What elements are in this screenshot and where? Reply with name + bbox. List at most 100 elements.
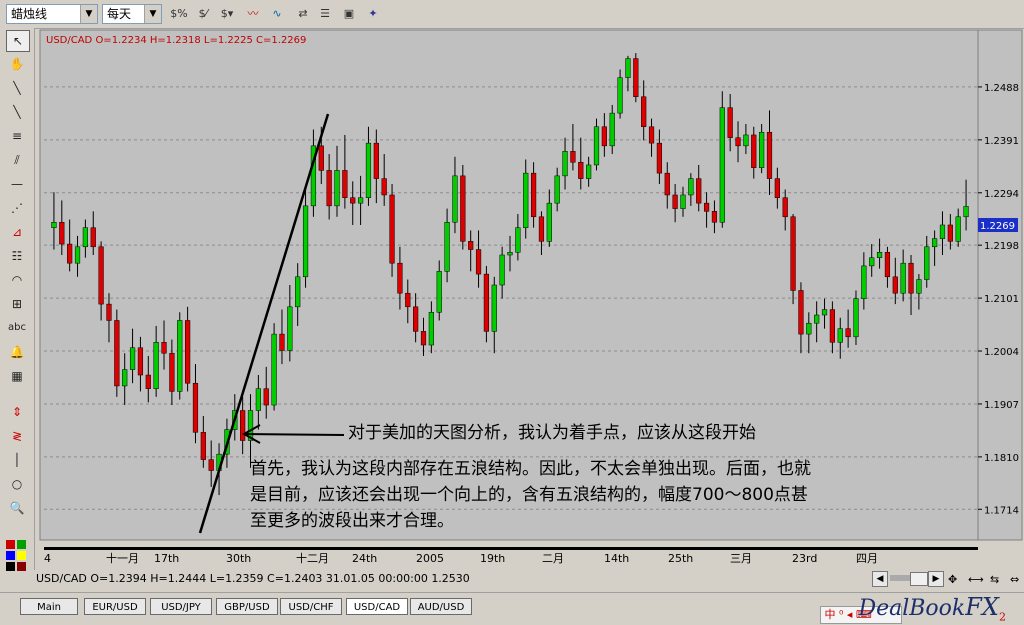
expand-icon[interactable]: ⇔ <box>1010 571 1019 589</box>
zoom-icon[interactable]: 🔍 <box>6 498 28 518</box>
candle-body <box>263 388 269 406</box>
candle-body <box>98 246 104 305</box>
candle-body <box>271 333 277 406</box>
candle-body <box>743 134 749 147</box>
gann-fan-icon[interactable]: ⋰ <box>6 198 28 218</box>
channel-icon[interactable]: ≡ <box>6 126 28 146</box>
dollar-bars-icon[interactable]: $▾ <box>218 5 236 23</box>
tab-aud-usd[interactable]: AUD/USD <box>410 598 472 615</box>
arc-icon[interactable]: ◠ <box>6 270 28 290</box>
tab-usd-cad[interactable]: USD/CAD <box>346 598 408 615</box>
candle-body <box>766 131 773 179</box>
x-tick-label: 四月 <box>856 552 878 565</box>
line-indicator-icon[interactable]: 〰 <box>244 5 262 23</box>
candle-body <box>570 151 576 163</box>
hand-icon[interactable]: ✋ <box>6 54 28 74</box>
brand-version: 2 <box>999 610 1006 624</box>
swap-icon[interactable]: ⇄ <box>294 5 312 23</box>
horizontal-line-icon[interactable]: — <box>6 174 28 194</box>
swatch-black[interactable] <box>6 562 15 571</box>
trendline-icon[interactable]: ╲ <box>6 78 28 98</box>
candle-body <box>507 252 513 256</box>
vertical-line-icon[interactable]: │ <box>6 450 28 470</box>
ray-icon[interactable]: ╲ <box>6 102 28 122</box>
chart-type-select[interactable]: 蜡烛线 ▼ <box>6 4 98 24</box>
candle-body <box>798 290 804 335</box>
scroll-left-icon[interactable]: ◀ <box>872 571 888 587</box>
brand-suffix: FX <box>965 593 999 621</box>
candle-body <box>680 194 686 209</box>
candle-body <box>129 347 136 370</box>
swatch-dark-red[interactable] <box>17 562 26 571</box>
candle-body <box>420 331 427 346</box>
candle-body <box>853 298 859 338</box>
period-select[interactable]: 每天 ▼ <box>102 4 162 24</box>
tab-eur-usd[interactable]: EUR/USD <box>84 598 146 615</box>
chart-panel[interactable]: USD/CAD O=1.2234 H=1.2318 L=1.2225 C=1.2… <box>34 28 1024 568</box>
y-tick-label: 1.1810 <box>984 453 1019 464</box>
candle-body <box>405 292 411 308</box>
tab-usd-jpy[interactable]: USD/JPY <box>150 598 212 615</box>
candle-body <box>90 227 96 248</box>
annotation-arrow-shaft <box>245 433 345 436</box>
price-chart[interactable]: USD/CAD O=1.2234 H=1.2318 L=1.2225 C=1.2… <box>34 28 1024 568</box>
wave-indicator-icon[interactable]: ∿ <box>268 5 286 23</box>
candle-body <box>82 227 88 248</box>
dollar-percent-icon[interactable]: $% <box>170 5 188 23</box>
candle-body <box>515 227 521 253</box>
calculator-icon[interactable]: ▦ <box>6 366 28 386</box>
list-icon[interactable]: ☰ <box>316 5 334 23</box>
window-icon[interactable]: ▣ <box>340 5 358 23</box>
up-down-arrow-icon[interactable]: ⇕ <box>6 402 28 422</box>
tools-icon[interactable]: ✦ <box>364 5 382 23</box>
candle-body <box>814 314 820 324</box>
alert-bell-icon[interactable]: 🔔 <box>6 342 28 362</box>
swatch-blue[interactable] <box>6 551 15 560</box>
y-tick-label: 1.2004 <box>984 347 1019 358</box>
color-palette-icon[interactable] <box>6 540 30 580</box>
candle-body <box>302 205 309 278</box>
x-tick-label: 十一月 <box>106 551 139 565</box>
x-tick-label: 三月 <box>730 552 752 565</box>
move-icon[interactable]: ⟷ <box>968 571 984 589</box>
swatch-yellow[interactable] <box>17 551 26 560</box>
x-tick-label: 17th <box>154 552 179 565</box>
candle-body <box>279 333 285 351</box>
candle-body <box>318 145 324 171</box>
candle-body <box>523 172 529 228</box>
zigzag-icon[interactable]: ≷ <box>6 426 28 446</box>
annotation-arrow-text: 对于美加的天图分析，我认为着手点，应该从这段开始 <box>348 423 756 443</box>
candle-body <box>821 309 828 316</box>
candle-body <box>727 107 733 138</box>
tab-usd-chf[interactable]: USD/CHF <box>280 598 342 615</box>
grid-icon[interactable]: ⊞ <box>6 294 28 314</box>
scrollbar-thumb[interactable] <box>910 572 928 586</box>
circle-icon[interactable]: ○ <box>6 474 28 494</box>
current-price-label: 1.2269 <box>980 221 1015 232</box>
chevron-down-icon[interactable]: ▼ <box>144 5 161 23</box>
candle-body <box>562 151 568 177</box>
swatch-green[interactable] <box>17 540 26 549</box>
tab-main[interactable]: Main <box>20 598 78 615</box>
fan-icon[interactable]: ⫽ <box>6 150 28 170</box>
dollar-slash-icon[interactable]: $⁄ <box>194 5 212 23</box>
fibonacci-icon[interactable]: ⊿ <box>6 222 28 242</box>
chevron-down-icon[interactable]: ▼ <box>80 5 97 23</box>
candle-body <box>916 279 922 294</box>
zoom-in-icon[interactable]: ✥ <box>948 571 957 589</box>
shrink-icon[interactable]: ⇆ <box>990 571 999 589</box>
text-icon[interactable]: abc <box>6 318 28 338</box>
swatch-red[interactable] <box>6 540 15 549</box>
candle-body <box>67 243 73 264</box>
cursor-icon[interactable]: ↖ <box>6 30 30 52</box>
candle-body <box>703 202 710 212</box>
candle-body <box>530 172 537 218</box>
y-tick-label: 1.1714 <box>984 505 1019 516</box>
tab-gbp-usd[interactable]: GBP/USD <box>216 598 278 615</box>
scroll-right-icon[interactable]: ▶ <box>928 571 944 587</box>
candle-body <box>546 202 552 242</box>
y-tick-label: 1.2488 <box>984 83 1019 94</box>
fib-retracement-icon[interactable]: ☷ <box>6 246 28 266</box>
candle-body <box>932 238 938 248</box>
chart-type-value: 蜡烛线 <box>11 7 48 21</box>
